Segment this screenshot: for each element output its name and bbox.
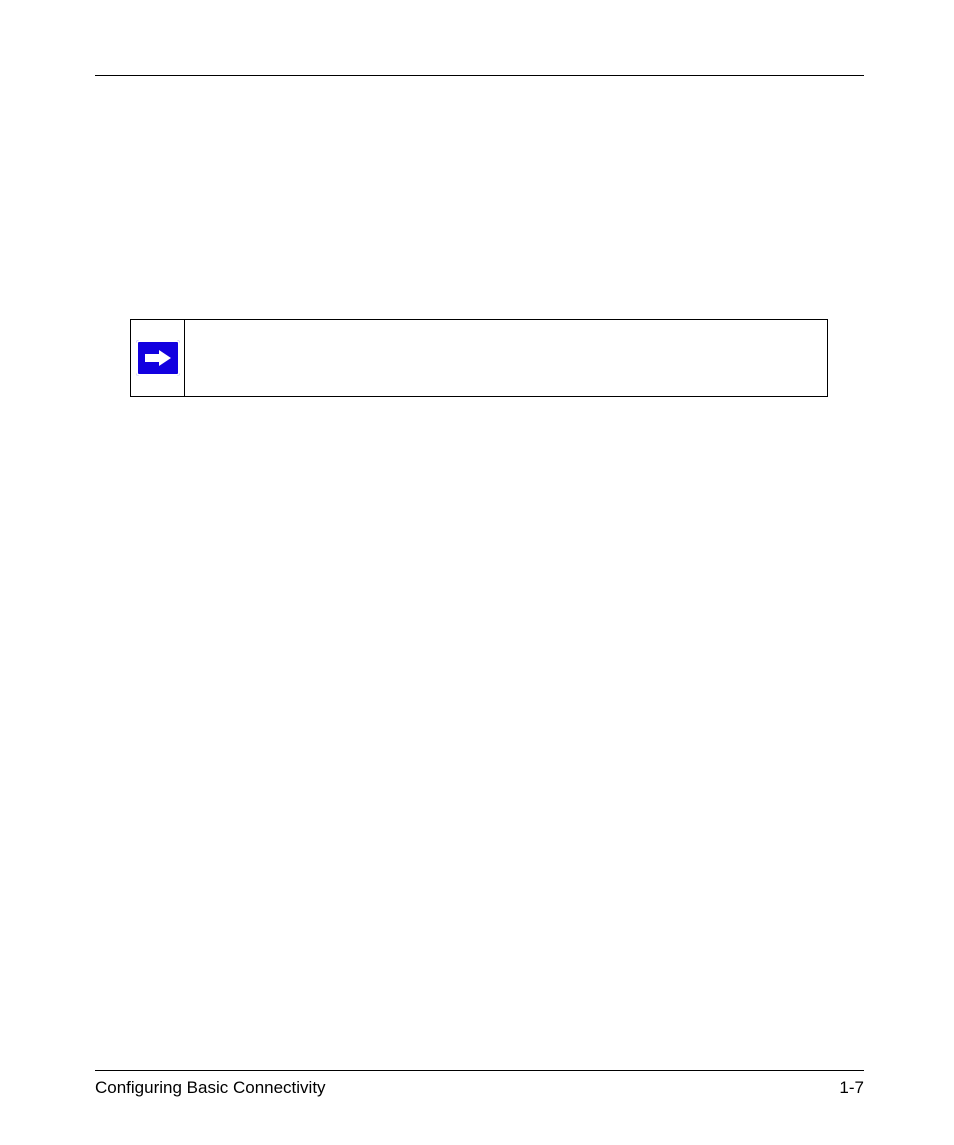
top-horizontal-rule [95,75,864,76]
footer-page-number: 1-7 [839,1078,864,1098]
arrow-svg [143,348,173,368]
footer-left-text: Configuring Basic Connectivity [95,1078,326,1098]
note-text-cell [185,320,827,396]
arrow-right-icon [136,340,180,376]
note-icon-cell [131,320,185,396]
page-footer: Configuring Basic Connectivity 1-7 [95,1078,864,1098]
bottom-horizontal-rule [95,1070,864,1071]
note-callout-box [130,319,828,397]
document-page: Configuring Basic Connectivity 1-7 [0,0,954,1145]
